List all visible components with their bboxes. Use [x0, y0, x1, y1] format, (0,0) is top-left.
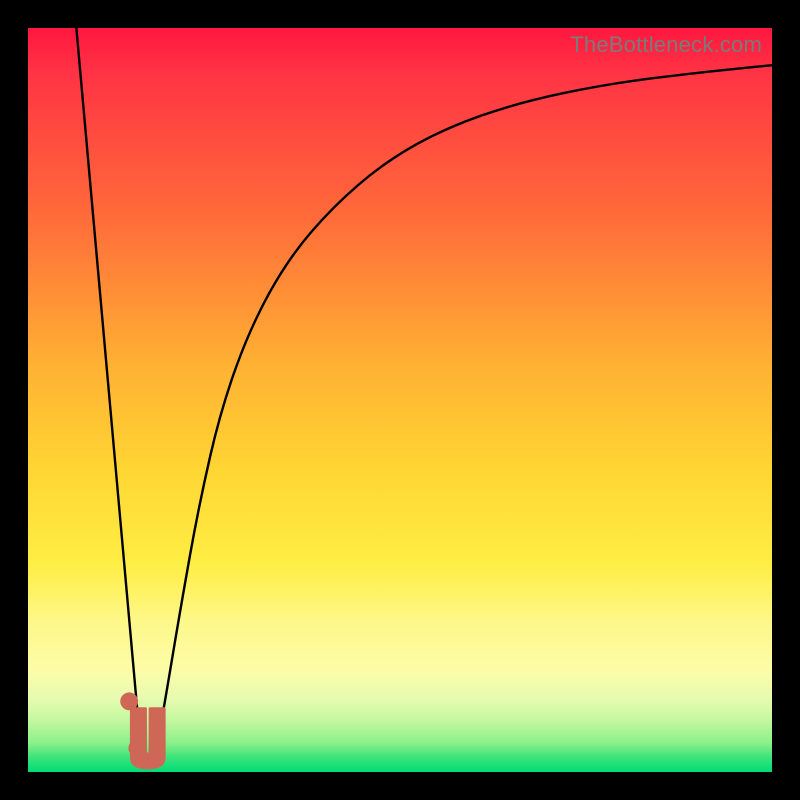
marker-bottom-dot: [128, 739, 146, 757]
curve-left-branch: [76, 28, 141, 761]
chart-frame: TheBottleneck.com: [0, 0, 800, 800]
marker-left-dot: [120, 692, 138, 710]
curve-right-branch: [154, 65, 772, 761]
plot-area: TheBottleneck.com: [28, 28, 772, 772]
valley-marker: [131, 709, 164, 768]
chart-svg: [28, 28, 772, 772]
